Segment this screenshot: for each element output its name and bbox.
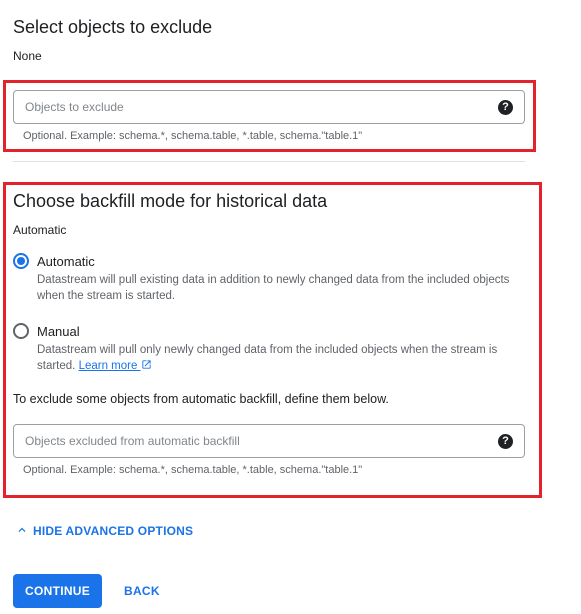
objects-to-exclude-field[interactable]: ? (13, 90, 525, 124)
radio-automatic-label[interactable]: Automatic (37, 254, 95, 269)
objects-to-exclude-input[interactable] (23, 91, 493, 123)
exclude-current-value: None (13, 49, 42, 63)
exclude-hint: Optional. Example: schema.*, schema.tabl… (23, 130, 363, 142)
hide-advanced-options-label[interactable]: HIDE ADVANCED OPTIONS (33, 524, 193, 538)
external-link-icon (141, 360, 151, 369)
objects-excluded-backfill-input[interactable] (23, 425, 493, 457)
backfill-current-value: Automatic (13, 223, 67, 237)
exclude-section-title: Select objects to exclude (13, 17, 213, 37)
back-button[interactable]: BACK (116, 574, 168, 608)
learn-more-label[interactable]: Learn more (79, 360, 138, 372)
chevron-up-icon (18, 527, 26, 532)
backfill-exclude-hint: Optional. Example: schema.*, schema.tabl… (23, 464, 363, 476)
section-divider (13, 161, 525, 162)
backfill-section-title: Choose backfill mode for historical data (13, 191, 328, 211)
radio-automatic[interactable] (13, 253, 29, 269)
learn-more-link[interactable]: Learn more (79, 360, 152, 372)
help-icon[interactable]: ? (498, 434, 513, 449)
backfill-exclude-instruction: To exclude some objects from automatic b… (13, 392, 389, 406)
help-icon[interactable]: ? (498, 100, 513, 115)
hide-advanced-options-toggle[interactable]: HIDE ADVANCED OPTIONS (15, 523, 193, 538)
radio-manual-label[interactable]: Manual (37, 324, 80, 339)
objects-excluded-backfill-field[interactable]: ? (13, 424, 525, 458)
radio-manual[interactable] (13, 323, 29, 339)
radio-manual-description: Datastream will pull only newly changed … (37, 342, 527, 374)
continue-button[interactable]: CONTINUE (13, 574, 103, 608)
radio-automatic-description: Datastream will pull existing data in ad… (37, 274, 510, 302)
